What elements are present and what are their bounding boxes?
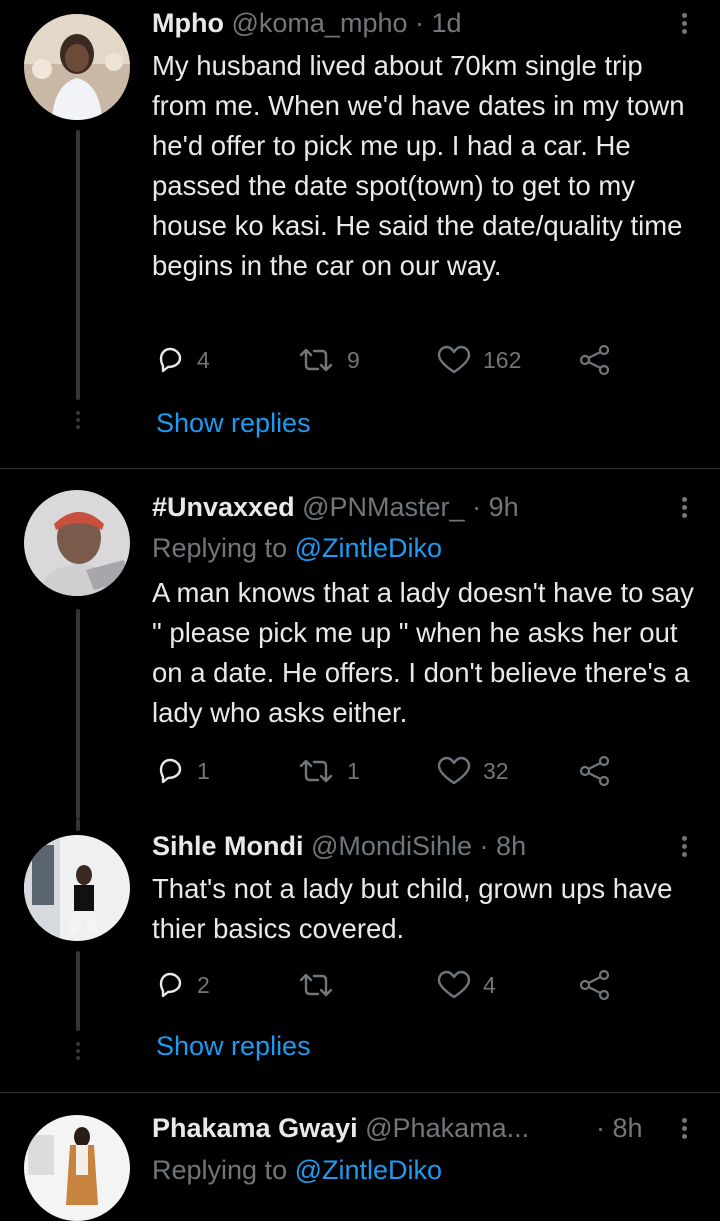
reply-button[interactable]: 1 (155, 753, 210, 789)
avatar[interactable] (24, 1115, 130, 1221)
retweet-count: 1 (347, 757, 360, 784)
like-button[interactable]: 32 (437, 753, 509, 789)
author-name[interactable]: Mpho (152, 8, 224, 38)
replying-prefix: Replying to (152, 1155, 288, 1185)
share-icon (579, 969, 610, 1001)
retweet-icon (299, 348, 333, 372)
reply-count: 1 (197, 757, 210, 784)
more-icon[interactable] (678, 494, 690, 521)
retweet-icon (299, 973, 333, 997)
tweet-sihle-mondi[interactable]: Sihle Mondi @MondiSihle · 8h That's not … (0, 819, 720, 1092)
share-button[interactable] (579, 753, 611, 789)
retweet-icon (299, 759, 333, 783)
share-icon (579, 344, 610, 376)
tweet-unvaxxed[interactable]: #Unvaxxed @PNMaster_ · 9h Replying to @Z… (0, 469, 720, 819)
replying-to-link[interactable]: @ZintleDiko (295, 533, 442, 563)
avatar[interactable] (24, 490, 130, 596)
separator: · (415, 8, 425, 38)
replying-to: Replying to @ZintleDiko (152, 531, 442, 565)
retweet-button[interactable]: 1 (297, 753, 360, 789)
retweet-count: 9 (347, 346, 360, 373)
replying-to-link[interactable]: @ZintleDiko (295, 1155, 442, 1185)
author-name[interactable]: Phakama Gwayi (152, 1113, 358, 1143)
reply-count: 2 (197, 971, 210, 998)
heart-icon (437, 345, 471, 374)
timestamp[interactable]: 8h (496, 831, 526, 861)
share-icon (579, 755, 610, 787)
share-button[interactable] (579, 967, 611, 1003)
heart-icon (437, 970, 471, 999)
author-handle[interactable]: @PNMaster_ (302, 492, 464, 522)
author-name[interactable]: #Unvaxxed (152, 492, 295, 522)
like-count: 162 (483, 346, 522, 373)
retweet-button[interactable]: 9 (297, 342, 360, 378)
timestamp[interactable]: 1d (432, 8, 462, 38)
show-replies-link[interactable]: Show replies (156, 1031, 311, 1062)
like-button[interactable]: 4 (437, 967, 496, 1003)
separator: · (596, 1113, 605, 1143)
like-button[interactable]: 162 (437, 342, 521, 378)
heart-icon (437, 756, 471, 785)
reply-icon (159, 758, 182, 784)
reply-count: 4 (197, 346, 210, 373)
avatar[interactable] (24, 14, 130, 120)
avatar[interactable] (24, 835, 130, 941)
author-handle[interactable]: @Phakama... (365, 1113, 529, 1143)
more-icon[interactable] (678, 1115, 690, 1142)
separator: · (479, 831, 489, 861)
reply-icon (159, 347, 182, 373)
reply-icon (159, 972, 182, 998)
timestamp[interactable]: 8h (613, 1113, 643, 1143)
author-handle[interactable]: @koma_mpho (232, 8, 408, 38)
more-icon[interactable] (678, 10, 690, 37)
tweet-phakama-gwayi[interactable]: Phakama Gwayi @Phakama... · 8h Replying … (0, 1093, 720, 1221)
author-handle[interactable]: @MondiSihle (311, 831, 472, 861)
timestamp[interactable]: 9h (489, 492, 519, 522)
tweet-mpho[interactable]: Mpho @koma_mpho · 1d My husband lived ab… (0, 0, 720, 468)
tweet-text: A man knows that a lady doesn't have to … (152, 577, 694, 728)
like-count: 32 (483, 757, 509, 784)
more-icon[interactable] (678, 833, 690, 860)
retweet-button[interactable] (297, 967, 347, 1003)
tweet-text: That's not a lady but child, grown ups h… (152, 873, 673, 944)
author-name[interactable]: Sihle Mondi (152, 831, 304, 861)
reply-button[interactable]: 4 (155, 342, 210, 378)
share-button[interactable] (579, 342, 611, 378)
tweet-text: My husband lived about 70km single trip … (152, 50, 685, 281)
like-count: 4 (483, 971, 496, 998)
reply-button[interactable]: 2 (155, 967, 210, 1003)
replying-to: Replying to @ZintleDiko (152, 1153, 442, 1187)
separator: · (472, 492, 482, 522)
replying-prefix: Replying to (152, 533, 288, 563)
show-replies-link[interactable]: Show replies (156, 408, 311, 439)
